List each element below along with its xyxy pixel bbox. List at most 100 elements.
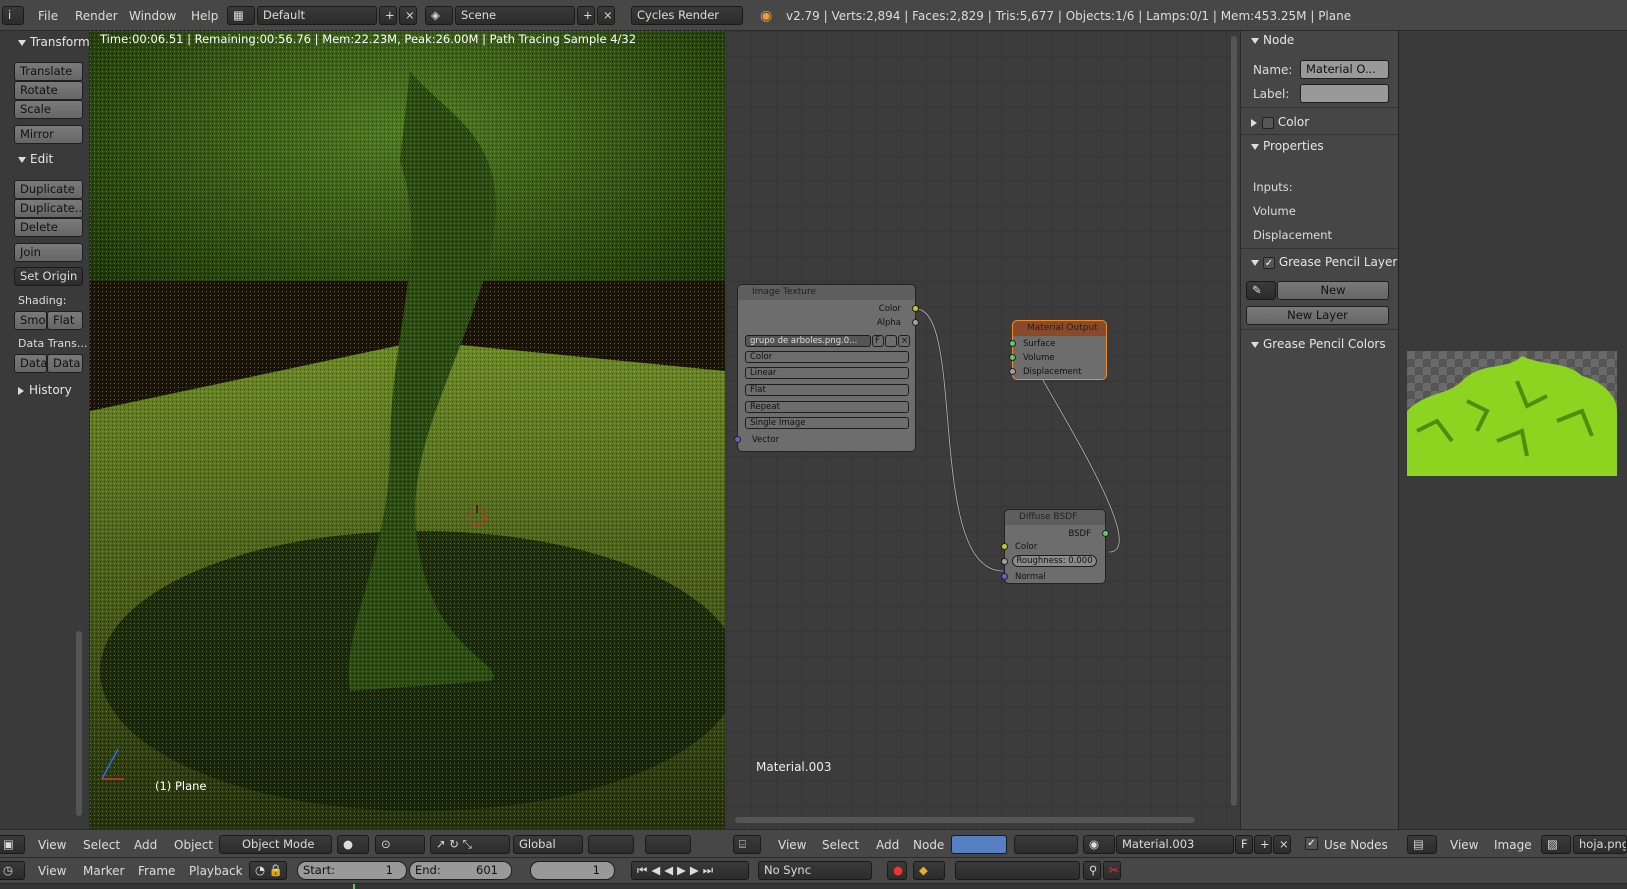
- node-editor-h-scrollbar[interactable]: [735, 817, 1195, 823]
- image-editor[interactable]: [1398, 31, 1627, 829]
- 3d-add-menu[interactable]: Add: [134, 830, 157, 859]
- add-material-icon[interactable]: +: [1254, 835, 1272, 854]
- viewport-shading-icon[interactable]: ●: [337, 835, 369, 854]
- add-scene-icon[interactable]: +: [577, 6, 595, 25]
- manipulator-icons[interactable]: ↗ ↻ ⤡: [430, 835, 510, 854]
- shader-type-icons[interactable]: [951, 835, 1007, 854]
- material-name-field[interactable]: Material.003: [1116, 835, 1234, 854]
- end-frame-field[interactable]: End: 601: [409, 861, 512, 880]
- source-select[interactable]: Single Image: [745, 417, 909, 429]
- bsdf-output-socket[interactable]: [1102, 530, 1109, 537]
- transform-panel-header[interactable]: Transform: [18, 35, 90, 49]
- duplicate-linked-button[interactable]: Duplicate...: [14, 199, 83, 218]
- rotate-button[interactable]: Rotate: [14, 81, 83, 100]
- translate-button[interactable]: Translate: [14, 62, 83, 81]
- node-label-field[interactable]: [1300, 84, 1389, 103]
- material-output-node-header[interactable]: Material Output: [1013, 321, 1106, 336]
- menu-help[interactable]: Help: [191, 0, 218, 31]
- use-nodes-checkbox[interactable]: ✓: [1305, 837, 1318, 850]
- unlink-material-icon[interactable]: ×: [1273, 835, 1291, 854]
- data-transfer-button[interactable]: Data: [14, 354, 47, 373]
- 3d-select-menu[interactable]: Select: [83, 830, 120, 859]
- node-editor-v-scrollbar[interactable]: [1231, 36, 1237, 806]
- node-name-field[interactable]: Material O...: [1300, 60, 1389, 79]
- image-fake-user-button[interactable]: F: [872, 335, 884, 347]
- material-fake-user-button[interactable]: F: [1235, 835, 1253, 854]
- delete-button[interactable]: Delete: [14, 218, 83, 237]
- image-editor-type-icon[interactable]: ▤: [1407, 835, 1437, 854]
- timeline-view-menu[interactable]: View: [38, 858, 66, 884]
- timeline-frame-menu[interactable]: Frame: [138, 858, 175, 884]
- grease-pencil-layer-header[interactable]: ✓ Grease Pencil Layer: [1251, 255, 1397, 269]
- surface-socket[interactable]: [1009, 340, 1016, 347]
- tool-shelf-scrollbar[interactable]: [76, 631, 82, 816]
- color-panel-header[interactable]: Color: [1251, 115, 1309, 129]
- scene-icon[interactable]: ◈: [425, 6, 453, 25]
- image-texture-alpha-socket[interactable]: [912, 319, 919, 326]
- current-frame-field[interactable]: 1: [530, 861, 615, 880]
- roughness-socket[interactable]: [1001, 558, 1008, 565]
- pivot-point-icon[interactable]: ⊙: [375, 835, 425, 854]
- set-origin-select[interactable]: Set Origin: [14, 267, 83, 286]
- node-editor[interactable]: Image Texture Color Alpha grupo de arbol…: [726, 31, 1240, 829]
- diffuse-color-socket[interactable]: [1001, 543, 1008, 550]
- record-icon[interactable]: ●: [887, 861, 907, 880]
- history-panel-header[interactable]: History: [18, 383, 72, 397]
- new-layer-button[interactable]: New Layer: [1246, 306, 1389, 325]
- 3d-view-menu[interactable]: View: [38, 830, 66, 859]
- projection-select[interactable]: Flat: [745, 384, 909, 396]
- render-engine-select[interactable]: Cycles Render: [631, 6, 743, 25]
- scene-field[interactable]: Scene: [455, 6, 575, 25]
- interpolation-select[interactable]: Linear: [745, 367, 909, 379]
- delete-keyframe-icon[interactable]: ✂: [1103, 861, 1121, 880]
- image-image-menu[interactable]: Image: [1494, 830, 1532, 859]
- shade-smooth-button[interactable]: Smo: [14, 311, 47, 330]
- 3d-viewport[interactable]: Time:00:06.51 | Remaining:00:56.76 | Mem…: [90, 31, 725, 829]
- timeline-playback-menu[interactable]: Playback: [189, 858, 243, 884]
- diffuse-bsdf-node[interactable]: Diffuse BSDF BSDF Color Roughness: 0.000…: [1001, 509, 1109, 584]
- data-layout-button[interactable]: Data: [47, 354, 83, 373]
- menu-render[interactable]: Render: [75, 0, 118, 31]
- image-browse-icon[interactable]: ▨: [1541, 835, 1571, 854]
- transform-orientation-select[interactable]: Global: [513, 835, 583, 854]
- insert-keyframe-icon[interactable]: ⚲: [1083, 861, 1101, 880]
- image-texture-vector-socket[interactable]: [734, 436, 741, 443]
- node-node-menu[interactable]: Node: [913, 830, 944, 859]
- screen-layout-icon[interactable]: ▦: [227, 6, 255, 25]
- normal-socket[interactable]: [1001, 573, 1008, 580]
- sync-mode-select[interactable]: No Sync: [758, 861, 872, 880]
- displacement-socket[interactable]: [1009, 368, 1016, 375]
- image-texture-node-header[interactable]: Image Texture: [738, 285, 915, 300]
- properties-panel-header[interactable]: Properties: [1251, 139, 1324, 153]
- image-texture-color-socket[interactable]: [912, 305, 919, 312]
- 3d-editor-type-icon[interactable]: ▣: [0, 835, 25, 854]
- image-name-field[interactable]: hoja.png: [1573, 835, 1627, 854]
- node-editor-type-icon[interactable]: ⌸: [733, 835, 761, 854]
- image-canvas[interactable]: [1407, 351, 1617, 476]
- remove-layout-icon[interactable]: ×: [399, 6, 417, 25]
- shader-object-icons[interactable]: [1014, 835, 1078, 854]
- start-frame-field[interactable]: Start: 1: [297, 861, 407, 880]
- node-add-menu[interactable]: Add: [876, 830, 899, 859]
- layout-field[interactable]: Default: [257, 6, 377, 25]
- shade-flat-button[interactable]: Flat: [47, 311, 83, 330]
- volume-socket[interactable]: [1009, 354, 1016, 361]
- edit-panel-header[interactable]: Edit: [18, 152, 53, 166]
- preview-range-icons[interactable]: ◔ 🔒: [249, 861, 287, 880]
- material-slot-icon[interactable]: ◉: [1083, 835, 1115, 854]
- timeline-marker-menu[interactable]: Marker: [83, 858, 124, 884]
- keying-set-field[interactable]: [955, 861, 1080, 880]
- material-output-node[interactable]: Material Output Surface Volume Displacem…: [1009, 320, 1107, 380]
- grease-pencil-layer-checkbox[interactable]: ✓: [1263, 256, 1275, 269]
- node-panel-header[interactable]: Node: [1251, 33, 1294, 47]
- 3d-object-menu[interactable]: Object: [174, 830, 213, 859]
- keying-icon[interactable]: ◆: [913, 861, 945, 880]
- roughness-field[interactable]: Roughness: 0.000: [1012, 555, 1097, 567]
- scale-button[interactable]: Scale: [14, 100, 83, 119]
- duplicate-button[interactable]: Duplicate: [14, 180, 83, 199]
- new-grease-pencil-button[interactable]: New: [1277, 281, 1389, 300]
- unlink-image-icon[interactable]: ×: [898, 335, 910, 347]
- image-view-menu[interactable]: View: [1450, 830, 1478, 859]
- add-layout-icon[interactable]: +: [379, 6, 397, 25]
- interaction-mode-select[interactable]: Object Mode: [219, 835, 332, 854]
